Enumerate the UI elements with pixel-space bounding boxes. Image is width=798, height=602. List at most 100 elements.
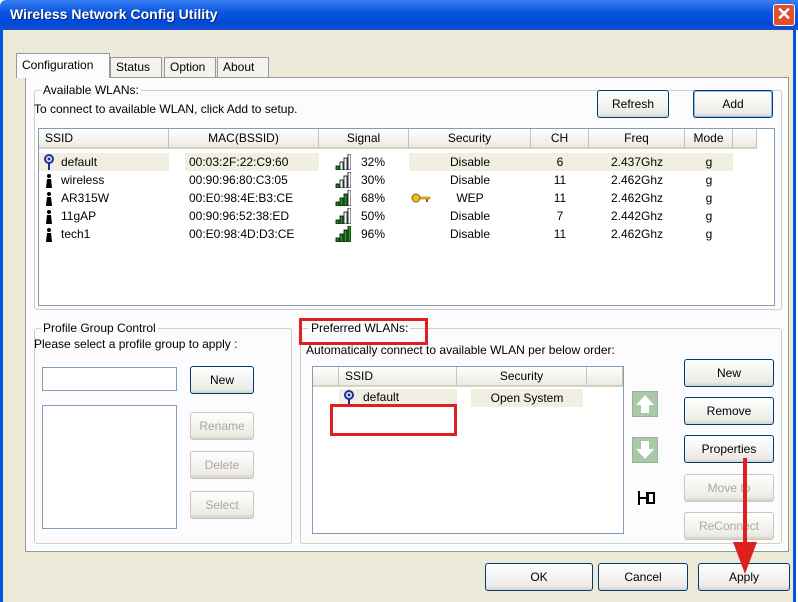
pin-icon bbox=[638, 491, 655, 505]
row-ch: 6 bbox=[556, 155, 564, 169]
row-ch: 11 bbox=[553, 191, 567, 205]
tab-status[interactable]: Status bbox=[110, 57, 162, 77]
cancel-button[interactable]: Cancel bbox=[598, 563, 688, 591]
signal-strength-icon bbox=[335, 226, 351, 242]
row-security: Disable bbox=[449, 209, 491, 223]
row-freq: 2.462Ghz bbox=[610, 191, 664, 205]
row-ssid: 11gAP bbox=[61, 209, 97, 223]
configuration-panel: Available WLANs: To connect to available… bbox=[25, 77, 789, 552]
available-wlans-group: Available WLANs: To connect to available… bbox=[34, 83, 782, 310]
preferred-move-to-button[interactable]: Move to bbox=[684, 474, 774, 502]
annotation-arrow-shaft bbox=[743, 458, 747, 548]
antenna-icon bbox=[46, 174, 52, 188]
arrow-up-icon bbox=[631, 390, 659, 418]
preferred-properties-button[interactable]: Properties bbox=[684, 435, 774, 463]
row-mac: 00:E0:98:4D:D3:CE bbox=[189, 227, 295, 241]
available-wlans-instruction: To connect to available WLAN, click Add … bbox=[34, 102, 298, 116]
pin-button[interactable] bbox=[632, 485, 658, 511]
row-signal: 68% bbox=[361, 191, 386, 205]
add-button[interactable]: Add bbox=[693, 90, 773, 118]
wlan-row[interactable]: 11gAP 00:90:96:52:38:ED 50% Disable 7 2.442Gh… bbox=[39, 207, 757, 225]
profile-group-select-button[interactable]: Select bbox=[190, 491, 254, 519]
annotation-arrow-head bbox=[733, 542, 757, 574]
available-wlan-list[interactable]: SSID MAC(BSSID) Signal Security CH Freq … bbox=[38, 128, 775, 306]
preferred-wlans-group: Preferred WLANs: Automatically connect t… bbox=[300, 321, 782, 544]
wlan-row[interactable]: tech1 00:E0:98:4D:D3:CE 96% Disable 11 2.462G… bbox=[39, 225, 757, 243]
row-mac: 00:03:2F:22:C9:60 bbox=[189, 155, 289, 169]
row-signal: 32% bbox=[361, 155, 386, 169]
preferred-wlan-list[interactable]: SSID Security default Open System bbox=[312, 366, 624, 534]
row-mac: 00:90:96:52:38:ED bbox=[189, 209, 290, 223]
title-bar[interactable]: Wireless Network Config Utility ✕ bbox=[0, 0, 798, 30]
preferred-new-button[interactable]: New bbox=[684, 359, 774, 387]
preferred-column-header-blank bbox=[313, 367, 339, 387]
row-signal: 96% bbox=[361, 227, 386, 241]
ok-button[interactable]: OK bbox=[485, 563, 593, 591]
preferred-remove-button[interactable]: Remove bbox=[684, 397, 774, 425]
column-header-ssid[interactable]: SSID bbox=[39, 129, 169, 149]
antenna-icon bbox=[46, 228, 52, 242]
profile-group-list[interactable] bbox=[42, 405, 177, 529]
row-ch: 11 bbox=[553, 173, 567, 187]
row-mode: g bbox=[705, 209, 713, 223]
row-freq: 2.462Ghz bbox=[610, 227, 664, 241]
signal-strength-icon bbox=[335, 154, 351, 170]
column-header-ch[interactable]: CH bbox=[531, 129, 589, 149]
profile-group-new-button[interactable]: New bbox=[190, 366, 254, 394]
row-freq: 2.462Ghz bbox=[610, 173, 664, 187]
preferred-reconnect-button[interactable]: ReConnect bbox=[684, 512, 774, 540]
preferred-ssid: default bbox=[363, 390, 400, 404]
preferred-column-header-filler bbox=[587, 367, 623, 387]
antenna-icon bbox=[46, 210, 52, 224]
refresh-button[interactable]: Refresh bbox=[597, 90, 669, 118]
row-signal: 30% bbox=[361, 173, 386, 187]
close-button[interactable]: ✕ bbox=[773, 4, 795, 26]
annotation-box-preferred-label bbox=[299, 318, 428, 345]
row-mode: g bbox=[705, 173, 713, 187]
wlan-row[interactable]: default 00:03:2F:22:C9:60 32% Disable 6 2.437… bbox=[39, 153, 757, 171]
row-mac: 00:E0:98:4E:B3:CE bbox=[189, 191, 294, 205]
profile-group-rename-button[interactable]: Rename bbox=[190, 412, 254, 440]
dialog-window: Configuration Status Option About Availa… bbox=[0, 30, 796, 602]
row-ch: 11 bbox=[553, 227, 567, 241]
tab-configuration[interactable]: Configuration bbox=[16, 53, 110, 78]
profile-group-instruction: Please select a profile group to apply : bbox=[34, 337, 238, 351]
row-ssid: default bbox=[61, 155, 98, 169]
preferred-column-header-ssid[interactable]: SSID bbox=[339, 367, 457, 387]
row-mac: 00:90:96:80:C3:05 bbox=[189, 173, 288, 187]
key-icon bbox=[411, 193, 431, 203]
row-mode: g bbox=[705, 227, 713, 241]
profile-group-delete-button[interactable]: Delete bbox=[190, 451, 254, 479]
wlan-row[interactable]: wireless 00:90:96:80:C3:05 30% Disable 11 2.4… bbox=[39, 171, 757, 189]
row-security: Disable bbox=[449, 227, 491, 241]
preferred-security: Open System bbox=[490, 391, 564, 405]
row-signal: 50% bbox=[361, 209, 386, 223]
profile-group-name-input[interactable] bbox=[42, 367, 177, 391]
column-header-signal[interactable]: Signal bbox=[319, 129, 409, 149]
tab-option[interactable]: Option bbox=[164, 57, 216, 77]
profile-group-control: Profile Group Control Please select a pr… bbox=[34, 321, 292, 544]
preferred-column-header-security[interactable]: Security bbox=[457, 367, 587, 387]
move-down-button[interactable] bbox=[631, 436, 659, 464]
wlan-row[interactable]: AR315W 00:E0:98:4E:B3:CE 68% WEP 11 2.462Ghz g bbox=[39, 189, 757, 207]
column-header-mode[interactable]: Mode bbox=[685, 129, 733, 149]
available-wlans-label: Available WLANs: bbox=[41, 83, 141, 97]
profile-group-label: Profile Group Control bbox=[41, 321, 158, 335]
close-icon: ✕ bbox=[776, 4, 792, 24]
column-header-mac[interactable]: MAC(BSSID) bbox=[169, 129, 319, 149]
row-security: Disable bbox=[449, 155, 491, 169]
move-up-button[interactable] bbox=[631, 390, 659, 418]
row-mode: g bbox=[705, 155, 713, 169]
window-title: Wireless Network Config Utility bbox=[10, 6, 218, 22]
row-freq: 2.437Ghz bbox=[610, 155, 664, 169]
row-ssid: tech1 bbox=[61, 227, 91, 241]
row-freq: 2.442Ghz bbox=[610, 209, 664, 223]
column-header-security[interactable]: Security bbox=[409, 129, 531, 149]
arrow-down-icon bbox=[631, 436, 659, 464]
tab-about[interactable]: About bbox=[217, 57, 269, 77]
column-header-freq[interactable]: Freq bbox=[589, 129, 685, 149]
row-ssid: wireless bbox=[61, 173, 105, 187]
preferred-security-cell: Open System bbox=[471, 389, 583, 407]
column-header-filler bbox=[733, 129, 757, 149]
annotation-box-preferred-default bbox=[330, 404, 457, 436]
